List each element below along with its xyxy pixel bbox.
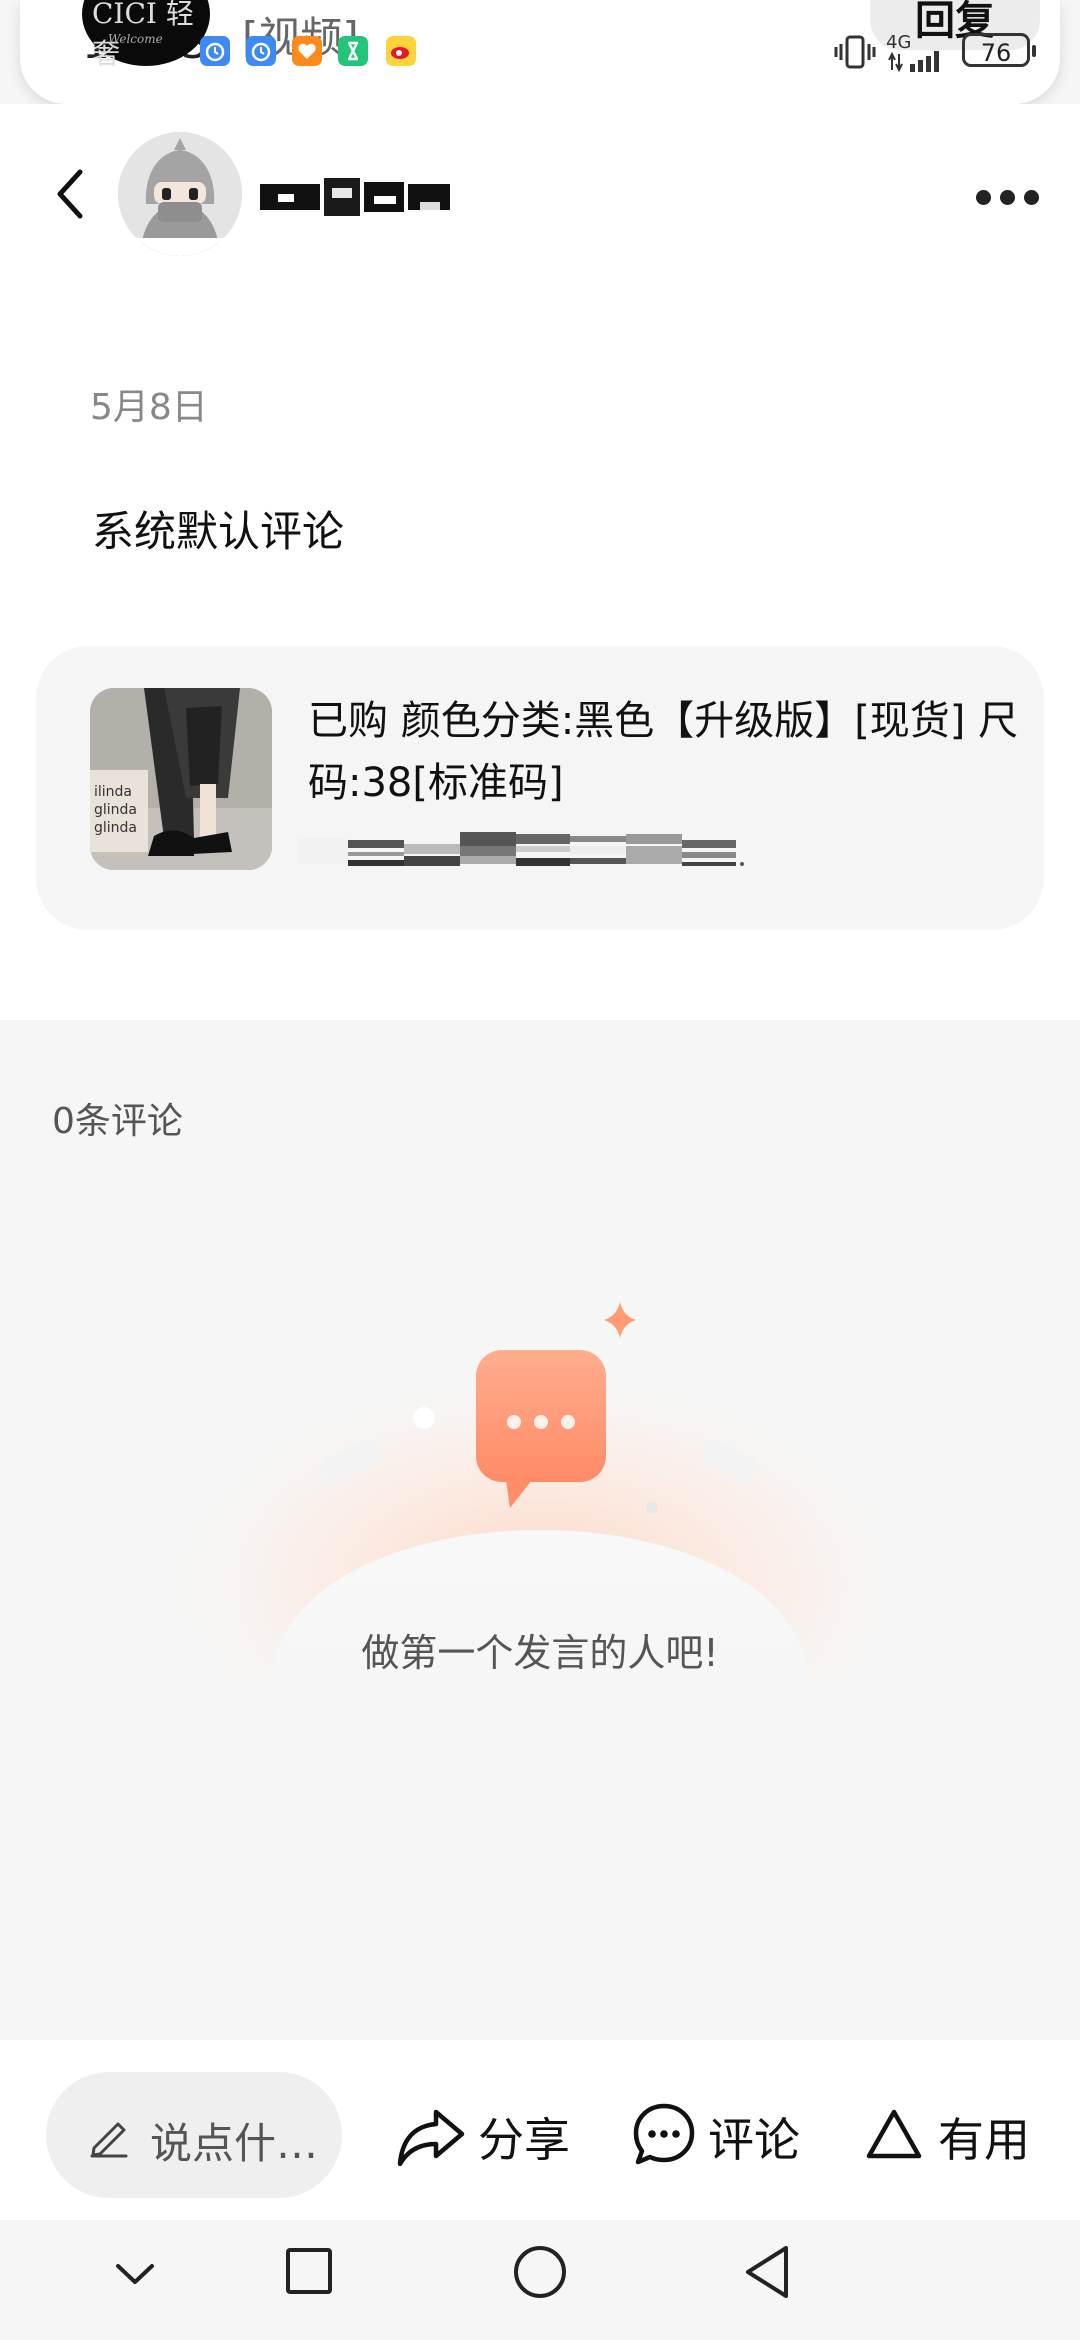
empty-state-text: 做第一个发言的人吧! [361, 1631, 719, 1675]
nav-collapse-chevron-icon[interactable] [112, 2260, 158, 2290]
nav-home-circle-icon[interactable] [512, 2244, 568, 2300]
nav-recents-square-icon[interactable] [284, 2246, 334, 2296]
nav-back-triangle-icon[interactable] [742, 2244, 792, 2300]
comment-button-label[interactable]: 评论 [708, 2104, 800, 2170]
svg-text:ilinda: ilinda [94, 784, 132, 800]
comment-input[interactable]: 说点什… [46, 2072, 342, 2198]
weibo-app-icon [386, 36, 416, 66]
back-chevron-icon[interactable] [50, 164, 90, 224]
product-thumbnail: ilinda glinda glinda [90, 688, 272, 870]
share-button-label[interactable]: 分享 [478, 2104, 570, 2170]
more-dots-icon[interactable] [976, 188, 1042, 208]
useful-button-label[interactable]: 有用 [938, 2104, 1030, 2170]
signal-icon [888, 50, 960, 73]
alarm-app-icon [200, 36, 230, 66]
svg-text:glinda: glinda [94, 802, 137, 818]
notification-overlay[interactable]: 10:03 CICI 轻奢 Welcome [视频] 回复 4G 76 [20, 0, 1060, 104]
review-text: 系统默认评论 [92, 507, 345, 556]
post-date: 5月8日 [90, 387, 208, 428]
svg-text:glinda: glinda [94, 820, 137, 836]
pencil-icon [88, 2116, 130, 2158]
user-avatar[interactable] [118, 132, 242, 256]
comment-bubble-icon[interactable] [632, 2102, 696, 2166]
clock-app-icon [246, 36, 276, 66]
product-card[interactable]: ilinda glinda glinda 已购 颜色分类:黑色【升级版】[现货]… [36, 646, 1044, 930]
notification-avatar: CICI 轻奢 Welcome [82, 0, 210, 70]
bottom-action-bar: 说点什… 分享 评论 有用 [0, 2040, 1080, 2220]
battery-indicator: 76 [962, 33, 1036, 67]
timer-app-icon [338, 36, 368, 66]
page-header [0, 104, 1080, 286]
comment-input-placeholder: 说点什… [150, 2119, 319, 2168]
vibrate-icon [834, 34, 876, 70]
product-title-redacted [298, 832, 1018, 870]
avatar-welcome-text: Welcome [108, 32, 163, 46]
post-content: 5月8日 系统默认评论 ilinda glinda glinda 已购 颜色分类… [0, 284, 1080, 1020]
comment-count: 0条评论 [52, 1101, 183, 1142]
useful-triangle-icon[interactable] [866, 2108, 922, 2160]
system-navigation-bar [0, 2220, 1080, 2340]
username-redacted [260, 174, 450, 220]
health-app-icon [292, 36, 322, 66]
share-icon[interactable] [396, 2108, 466, 2167]
empty-state-illustration [130, 1240, 950, 1760]
product-spec: 已购 颜色分类:黑色【升级版】[现货] 尺码:38[标准码] [308, 698, 1019, 806]
